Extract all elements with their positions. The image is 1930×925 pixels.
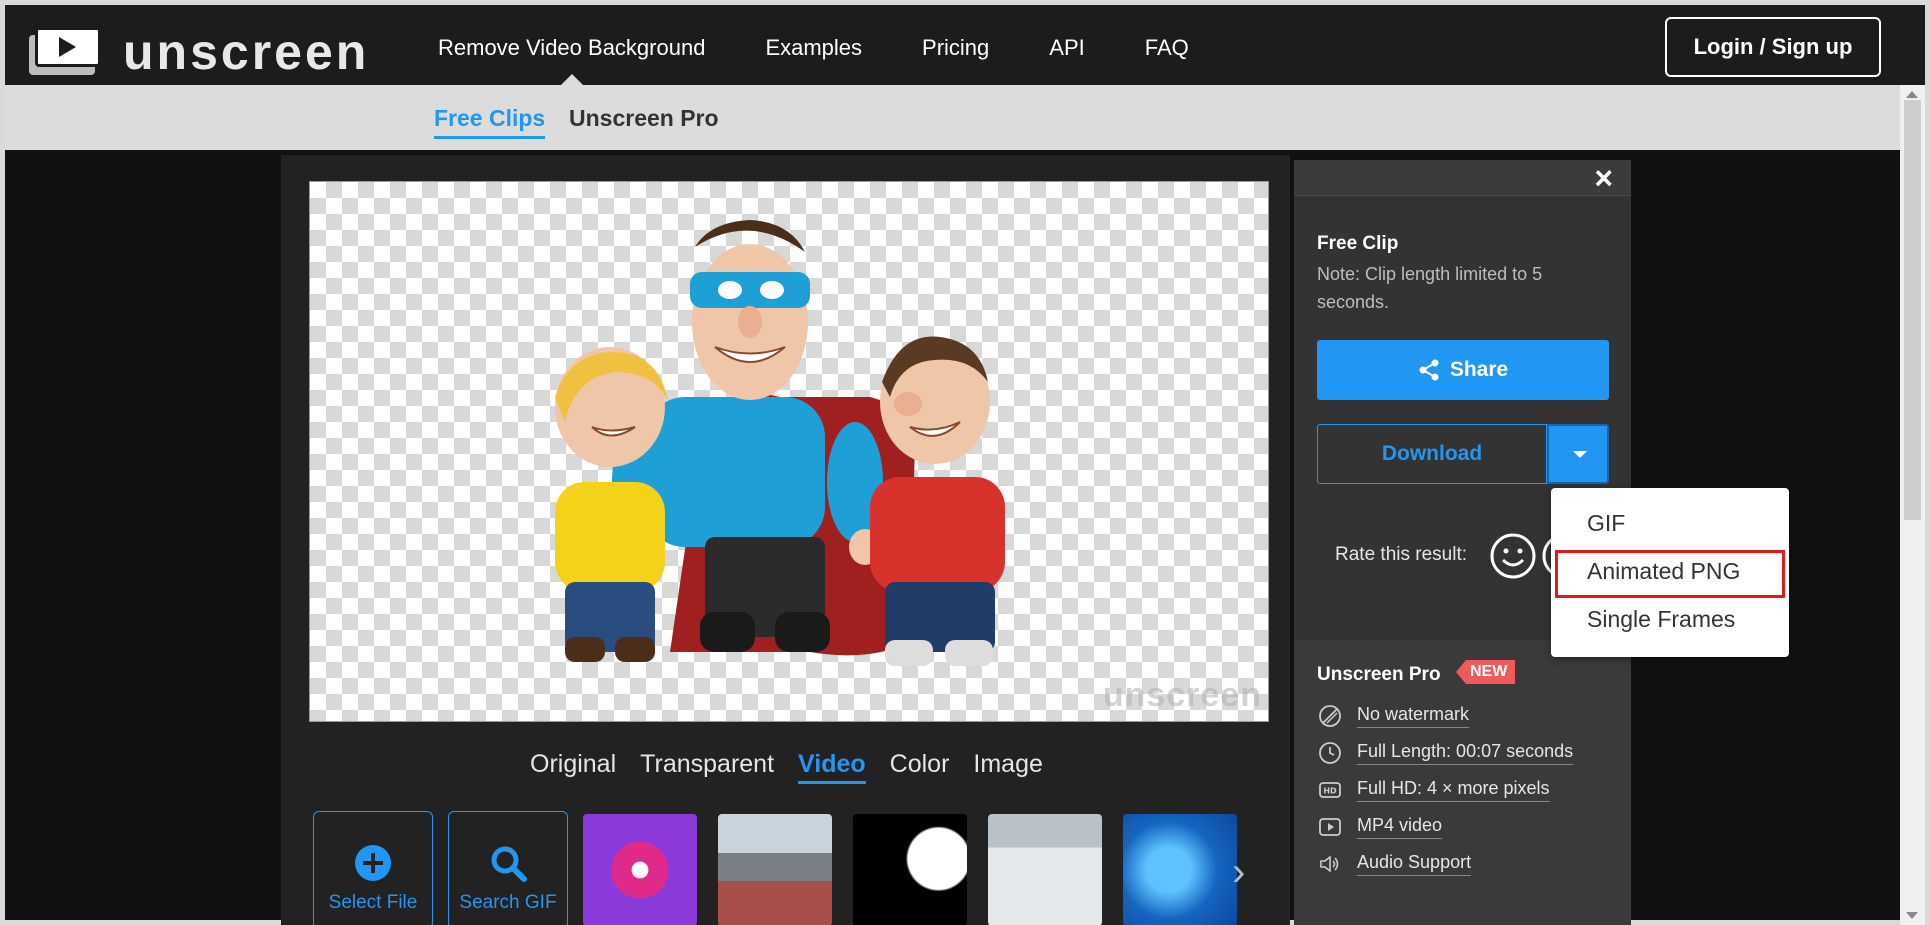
tab-free-clips[interactable]: Free Clips: [434, 105, 546, 139]
background-thumb-ice-rink[interactable]: [988, 814, 1102, 925]
background-thumb-purple-star[interactable]: [583, 814, 697, 925]
view-mode-tabs: Original Transparent Video Color Image: [530, 750, 1067, 784]
tab-original[interactable]: Original: [530, 750, 616, 784]
page-scrollbar[interactable]: [1900, 85, 1925, 925]
unscreen-logo[interactable]: unscreen: [29, 27, 369, 77]
clock-icon: [1317, 740, 1343, 766]
share-button[interactable]: Share: [1317, 340, 1609, 400]
hd-icon: HD: [1317, 777, 1343, 803]
feature-label: Full HD: 4 × more pixels: [1357, 778, 1550, 802]
menu-item-single-frames[interactable]: Single Frames: [1587, 606, 1735, 633]
free-clip-title: Free Clip: [1317, 233, 1399, 254]
select-file-button[interactable]: Select File: [313, 811, 433, 925]
nav-examples[interactable]: Examples: [765, 5, 862, 85]
background-thumb-blue-marble[interactable]: [1123, 814, 1237, 925]
download-format-menu: GIF Animated PNG Single Frames: [1551, 488, 1789, 657]
logo-play-icon: [29, 27, 101, 77]
download-button[interactable]: Download: [1317, 424, 1547, 484]
feature-audio-support: Audio Support: [1317, 851, 1472, 877]
feature-label: Full Length: 00:07 seconds: [1357, 741, 1574, 765]
close-icon[interactable]: ×: [1594, 160, 1613, 197]
no-watermark-icon: [1317, 703, 1343, 729]
logo-text: unscreen: [123, 24, 370, 80]
watermark-text: unscreen: [1102, 676, 1262, 714]
background-thumb-black-swirl[interactable]: [853, 814, 967, 925]
background-thumb-city-street[interactable]: [718, 814, 832, 925]
result-preview: unscreen: [309, 181, 1269, 722]
menu-item-animated-png[interactable]: Animated PNG: [1587, 558, 1740, 585]
new-badge: NEW: [1456, 660, 1516, 684]
share-label: Share: [1449, 358, 1509, 381]
feature-label: MP4 video: [1357, 815, 1443, 839]
pro-title: Unscreen Pro: [1317, 664, 1441, 685]
scroll-down-arrow-icon[interactable]: [1906, 912, 1918, 919]
share-icon: [1419, 359, 1439, 381]
select-file-label: Select File: [328, 892, 418, 913]
menu-item-gif[interactable]: GIF: [1587, 510, 1625, 537]
nav-api[interactable]: API: [1049, 5, 1084, 85]
feature-mp4-video: MP4 video: [1317, 814, 1443, 840]
cartoon-family-image: [555, 220, 1005, 666]
sub-navbar: Free Clips Unscreen Pro: [5, 85, 1900, 150]
login-signup-button[interactable]: Login / Sign up: [1665, 17, 1881, 77]
download-options-toggle[interactable]: [1547, 424, 1609, 484]
feature-label: No watermark: [1357, 704, 1470, 728]
play-icon: [1317, 814, 1343, 840]
chevron-right-icon[interactable]: ›: [1232, 850, 1245, 895]
tab-transparent[interactable]: Transparent: [640, 750, 774, 784]
rate-result-label: Rate this result:: [1335, 544, 1467, 565]
nav-remove-video-background[interactable]: Remove Video Background: [438, 5, 705, 86]
unscreen-pro-section: Unscreen Pro NEW No watermark Full Lengt…: [1294, 640, 1631, 925]
tab-video[interactable]: Video: [798, 750, 866, 784]
nav-pricing[interactable]: Pricing: [922, 5, 989, 85]
feature-label: Audio Support: [1357, 852, 1472, 876]
plus-circle-icon: [355, 845, 391, 881]
scroll-up-arrow-icon[interactable]: [1906, 91, 1918, 98]
speaker-icon: [1317, 851, 1343, 877]
main-nav: Remove Video Background Examples Pricing…: [438, 5, 1249, 86]
nav-faq[interactable]: FAQ: [1145, 5, 1189, 85]
top-navbar: unscreen Remove Video Background Example…: [5, 5, 1925, 86]
free-clip-note: Note: Clip length limited to 5 seconds.: [1317, 264, 1543, 312]
feature-full-length: Full Length: 00:07 seconds: [1317, 740, 1574, 766]
svg-text:HD: HD: [1323, 787, 1337, 796]
scrollbar-thumb[interactable]: [1904, 100, 1921, 520]
feature-no-watermark: No watermark: [1317, 703, 1470, 729]
tab-image[interactable]: Image: [973, 750, 1042, 784]
feature-full-hd: HD Full HD: 4 × more pixels: [1317, 777, 1550, 803]
side-panel-header: ×: [1294, 160, 1631, 196]
tab-color[interactable]: Color: [890, 750, 950, 784]
search-gif-button[interactable]: Search GIF: [448, 811, 568, 925]
tab-unscreen-pro[interactable]: Unscreen Pro: [569, 105, 719, 132]
search-gif-label: Search GIF: [459, 892, 557, 913]
background-strip: Select File Search GIF: [313, 811, 1258, 925]
smiley-face-icon[interactable]: [1489, 532, 1537, 580]
search-icon: [491, 846, 527, 882]
